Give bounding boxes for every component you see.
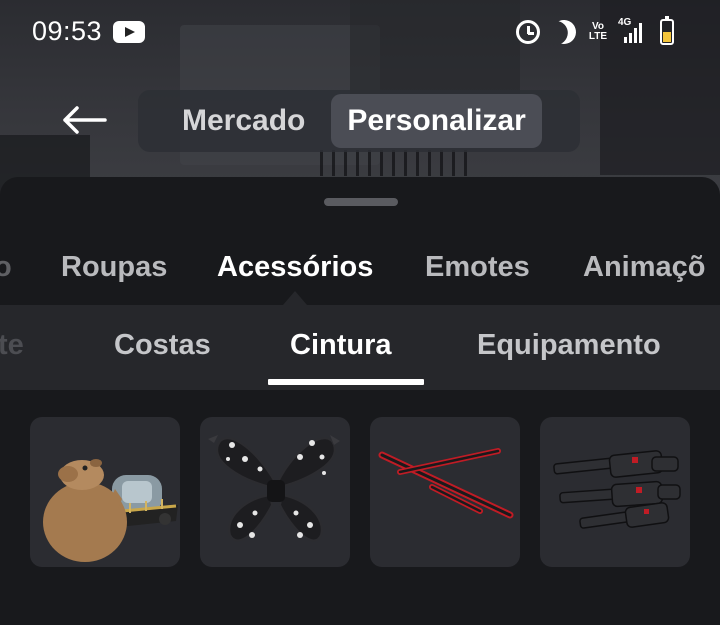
tab-emotes[interactable]: Emotes [425,251,530,284]
miniguns-thumbnail [553,450,681,529]
status-icons: Vo LTE 4G [516,16,674,48]
mode-switcher: Mercado Personalizar [138,90,580,152]
subtab-cintura[interactable]: Cintura [290,329,392,362]
back-button[interactable] [52,98,116,142]
subtab-partial-left[interactable]: te [0,329,24,362]
miniguns-item[interactable] [540,417,690,567]
tab-mercado[interactable]: Mercado [182,94,305,148]
clock: 09:53 [32,16,103,46]
status-bar: 09:53 Vo LTE 4G [0,0,720,64]
arrow-left-icon [63,106,107,134]
red-swords-item[interactable] [370,417,520,567]
customize-sheet: o Roupas Acessórios Emotes Animaçõ te Co… [0,177,720,625]
network-type-label: 4G [618,17,632,28]
alarm-icon [516,20,540,44]
tab-animacoes[interactable]: Animaçõ [583,251,705,284]
sheet-drag-handle[interactable] [324,198,398,206]
category-tabs: o Roupas Acessórios Emotes Animaçõ [0,221,720,311]
signal-icon: 4G [618,17,642,43]
crossed-swords-thumbnail [378,448,514,519]
bow-item[interactable] [200,417,350,567]
battery-icon [660,16,674,45]
tab-category-partial-left[interactable]: o [0,251,12,284]
app-screen: 09:53 Vo LTE 4G Mercado Personalizar o R… [0,0,720,625]
active-category-pointer [283,291,307,305]
item-grid [30,417,690,567]
bow-thumbnail [208,435,340,542]
tab-personalizar[interactable]: Personalizar [331,94,542,148]
volte-icon: Vo LTE [588,21,608,42]
capybara-vehicle-item[interactable] [30,417,180,567]
moon-icon [549,17,580,48]
subcategory-bar: te Costas Cintura Equipamento [0,305,720,390]
youtube-icon [113,21,145,43]
capybara-vehicle-thumbnail [43,459,178,562]
subtab-equipamento[interactable]: Equipamento [477,329,661,362]
tab-roupas[interactable]: Roupas [61,251,167,284]
tab-acessorios[interactable]: Acessórios [217,251,373,284]
subtab-costas[interactable]: Costas [114,329,211,362]
active-subtab-underline [268,379,424,385]
